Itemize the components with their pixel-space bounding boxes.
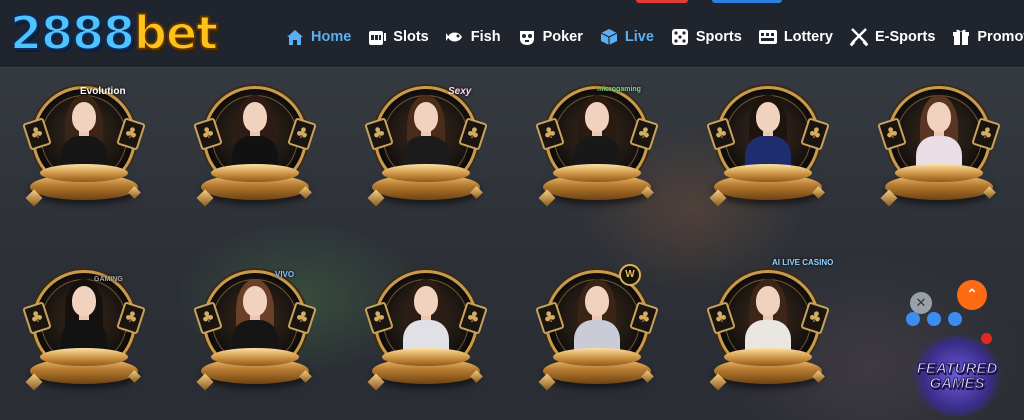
- nav-label: Slots: [393, 29, 429, 45]
- nav-label: Live: [624, 29, 654, 45]
- provider-tile-sexy[interactable]: Sexy: [364, 80, 488, 226]
- home-icon: [285, 27, 305, 47]
- poker-chip-icon: [517, 27, 537, 47]
- loading-dot: [948, 312, 962, 326]
- live-cube-icon: [599, 27, 619, 47]
- provider-tile-provider-7[interactable]: GAMING: [22, 264, 146, 410]
- provider-logo: VIVO: [275, 270, 295, 279]
- nav-live[interactable]: Live: [599, 27, 654, 47]
- provider-logo: W: [619, 264, 641, 286]
- lottery-icon: [758, 27, 778, 47]
- podium-top: [553, 348, 641, 366]
- background: [0, 68, 1024, 420]
- notification-badge: [981, 333, 992, 344]
- top-strip-red: [636, 0, 688, 3]
- main-nav: Home Slots Fish Poker Live Sports Lottery E-Spo…: [285, 22, 1024, 52]
- provider-tile-provider-6[interactable]: [877, 80, 1001, 226]
- nav-label: Sports: [695, 29, 742, 45]
- podium-top: [382, 348, 470, 366]
- loading-dot: [906, 312, 920, 326]
- nav-label: Poker: [542, 29, 583, 45]
- podium-top: [895, 164, 983, 182]
- nav-slots[interactable]: Slots: [367, 27, 429, 47]
- provider-logo: AI LIVE CASINO: [772, 258, 834, 267]
- podium-top: [211, 348, 299, 366]
- provider-logo: microgaming: [597, 86, 641, 93]
- nav-label: E-Sports: [874, 29, 936, 45]
- site-logo[interactable]: 2888 bet: [9, 5, 219, 62]
- provider-tile-evolution[interactable]: Evolution: [22, 80, 146, 226]
- provider-tile-microgaming[interactable]: microgaming: [535, 80, 659, 226]
- featured-line1: FEATURED: [916, 360, 998, 377]
- podium-top: [40, 348, 128, 366]
- featured-line2: GAMES: [929, 375, 985, 392]
- podium-top: [553, 164, 641, 182]
- slot-machine-icon: [367, 27, 387, 47]
- crossed-swords-icon: [849, 27, 869, 47]
- podium-top: [40, 164, 128, 182]
- provider-tile-provider-5[interactable]: [706, 80, 830, 226]
- top-strip-blue: [712, 0, 782, 3]
- provider-tile-provider-w[interactable]: W: [535, 264, 659, 410]
- nav-label: Home: [311, 29, 352, 45]
- top-bar: 2888 bet Home Slots Fish Poker Live Sports Lot…: [0, 0, 1024, 68]
- provider-tile-provider-9[interactable]: [364, 264, 488, 410]
- podium-top: [724, 164, 812, 182]
- podium-top: [724, 348, 812, 366]
- provider-logo: Sexy: [448, 86, 472, 97]
- nav-poker[interactable]: Poker: [517, 27, 583, 47]
- nav-label: Lottery: [783, 29, 833, 45]
- featured-games-button[interactable]: FEATURED GAMES: [912, 336, 1002, 416]
- logo-text: bet: [133, 5, 219, 61]
- gift-icon: [951, 27, 971, 47]
- scroll-top-button[interactable]: ⌃: [957, 280, 987, 310]
- dice-icon: [670, 27, 690, 47]
- nav-label: Fish: [470, 29, 501, 45]
- nav-e-sports[interactable]: E-Sports: [849, 27, 935, 47]
- logo-number: 2888: [9, 5, 136, 61]
- provider-tile-ai-live-casino[interactable]: AI LIVE CASINO: [706, 258, 833, 410]
- fish-icon: [445, 27, 465, 47]
- provider-tile-vivo[interactable]: VIVO: [193, 264, 317, 410]
- nav-home[interactable]: Home: [285, 27, 351, 47]
- loading-dot: [927, 312, 941, 326]
- nav-promotion[interactable]: Promotion: [951, 27, 1024, 47]
- provider-logo: GAMING: [94, 276, 123, 283]
- podium-top: [382, 164, 470, 182]
- nav-fish[interactable]: Fish: [445, 27, 501, 47]
- provider-tile-provider-2[interactable]: [193, 80, 317, 226]
- nav-lottery[interactable]: Lottery: [758, 27, 833, 47]
- close-button[interactable]: ✕: [910, 292, 932, 314]
- provider-logo: Evolution: [80, 86, 126, 97]
- nav-label: Promotion: [977, 29, 1024, 45]
- podium-top: [211, 164, 299, 182]
- nav-sports[interactable]: Sports: [670, 27, 742, 47]
